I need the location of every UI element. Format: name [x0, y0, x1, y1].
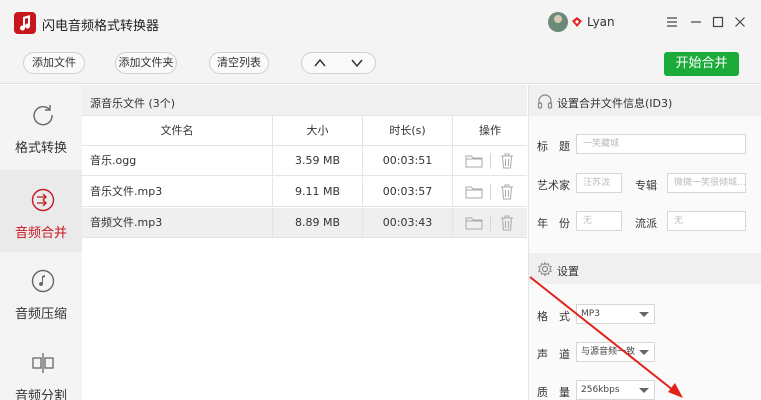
chevron-up-icon	[314, 58, 326, 67]
add-file-button[interactable]: 添加文件	[23, 52, 85, 74]
app-logo-icon	[14, 12, 36, 34]
merge-icon	[31, 188, 55, 212]
album-input[interactable]: 微微一笑很倾城...	[667, 173, 746, 193]
sidebar-item-label: 格式转换	[14, 141, 67, 156]
table-row[interactable]: 音乐文件.mp3 9.11 MB 00:03:57	[82, 177, 527, 207]
avatar[interactable]	[548, 12, 568, 32]
move-buttons	[301, 52, 376, 74]
sidebar-item-label: 音频分割	[14, 389, 67, 400]
year-label: 年 份	[537, 217, 570, 230]
trash-icon[interactable]	[500, 184, 514, 200]
file-duration: 00:03:57	[362, 177, 452, 207]
channel-label: 声 道	[537, 348, 570, 361]
app-title: 闪电音频格式转换器	[42, 19, 160, 34]
headphones-icon	[537, 94, 553, 109]
file-actions	[452, 146, 527, 176]
refresh-icon	[33, 105, 53, 126]
file-list-header: 源音乐文件 (3个)	[82, 85, 527, 116]
dropdown-arrow-icon	[639, 312, 649, 317]
split-icon	[32, 353, 54, 373]
maximize-icon[interactable]	[708, 12, 728, 32]
column-header-name: 文件名	[160, 124, 194, 137]
move-up-button[interactable]	[302, 53, 339, 73]
divider	[490, 153, 491, 169]
album-label: 专辑	[635, 179, 657, 192]
username[interactable]: Lyan	[587, 15, 615, 29]
file-duration: 00:03:43	[362, 208, 452, 238]
clear-list-button[interactable]: 清空列表	[209, 52, 269, 74]
settings-header: 设置	[529, 253, 761, 284]
column-header-duration: 时长(s)	[362, 116, 452, 146]
genre-label: 流派	[635, 217, 657, 230]
quality-label: 质 量	[537, 386, 570, 399]
trash-icon[interactable]	[500, 153, 514, 169]
vip-diamond-icon	[572, 17, 582, 27]
minimize-icon[interactable]	[686, 12, 706, 32]
divider	[490, 215, 491, 231]
file-actions	[452, 177, 527, 207]
divider	[490, 184, 491, 200]
id3-header-label: 设置合并文件信息(ID3)	[557, 97, 673, 110]
settings-panel: 设置合并文件信息(ID3) 标 题 一笑藏城 艺术家 汪苏泷 专辑 微微一笑很倾…	[528, 85, 761, 400]
format-select[interactable]: MP3	[576, 304, 655, 324]
format-value: MP3	[581, 309, 600, 319]
genre-input[interactable]: 无	[667, 211, 746, 231]
sidebar-item-label: 音频合并	[14, 226, 67, 241]
toolbar: 添加文件 添加文件夹 清空列表 开始合并	[0, 44, 761, 84]
artist-label: 艺术家	[537, 179, 570, 192]
trash-icon[interactable]	[500, 215, 514, 231]
folder-icon[interactable]	[465, 154, 483, 168]
artist-input[interactable]: 汪苏泷	[576, 173, 622, 193]
file-size: 3.59 MB	[272, 146, 362, 176]
file-name: 音乐.ogg	[90, 154, 137, 167]
sidebar-item-audio-compress[interactable]: 音频压缩	[0, 251, 82, 333]
file-size: 9.11 MB	[272, 177, 362, 207]
gear-icon	[538, 261, 552, 277]
add-folder-button[interactable]: 添加文件夹	[115, 52, 177, 74]
table-row[interactable]: 音频文件.mp3 8.89 MB 00:03:43	[82, 208, 527, 238]
year-input[interactable]: 无	[576, 211, 622, 231]
dropdown-arrow-icon	[639, 388, 649, 393]
menu-icon[interactable]	[662, 12, 682, 32]
title-label: 标 题	[537, 140, 570, 153]
file-size: 8.89 MB	[272, 208, 362, 238]
id3-header: 设置合并文件信息(ID3)	[529, 85, 761, 116]
file-duration: 00:03:51	[362, 146, 452, 176]
column-header-actions: 操作	[452, 116, 527, 146]
sidebar-item-format-convert[interactable]: 格式转换	[0, 85, 82, 167]
sidebar: 格式转换 音频合并 音频压缩 音频分割	[0, 85, 82, 400]
quality-select[interactable]: 256kbps	[576, 380, 655, 400]
channel-value: 与源音频一致	[581, 347, 636, 357]
quality-value: 256kbps	[581, 385, 620, 395]
note-icon	[31, 269, 55, 293]
file-name: 音频文件.mp3	[90, 216, 163, 229]
move-down-button[interactable]	[339, 53, 376, 73]
sidebar-item-audio-split[interactable]: 音频分割	[0, 333, 82, 400]
file-count-label: 源音乐文件 (3个)	[90, 97, 176, 110]
column-header-size: 大小	[272, 116, 362, 146]
close-icon[interactable]	[730, 12, 750, 32]
file-actions	[452, 208, 527, 238]
title-bar: 闪电音频格式转换器 Lyan	[0, 0, 761, 44]
file-name: 音乐文件.mp3	[90, 185, 163, 198]
sidebar-item-label: 音频压缩	[14, 307, 67, 322]
folder-icon[interactable]	[465, 185, 483, 199]
sidebar-item-audio-merge[interactable]: 音频合并	[0, 170, 82, 252]
table-row[interactable]: 音乐.ogg 3.59 MB 00:03:51	[82, 146, 527, 176]
folder-icon[interactable]	[465, 216, 483, 230]
dropdown-arrow-icon	[639, 350, 649, 355]
channel-select[interactable]: 与源音频一致	[576, 342, 655, 362]
format-label: 格 式	[537, 310, 570, 323]
start-merge-button[interactable]: 开始合并	[664, 52, 739, 76]
title-input[interactable]: 一笑藏城	[576, 134, 746, 154]
settings-header-label: 设置	[557, 265, 579, 278]
chevron-down-icon	[351, 59, 363, 68]
table-header: 文件名 大小 时长(s) 操作	[82, 116, 527, 146]
